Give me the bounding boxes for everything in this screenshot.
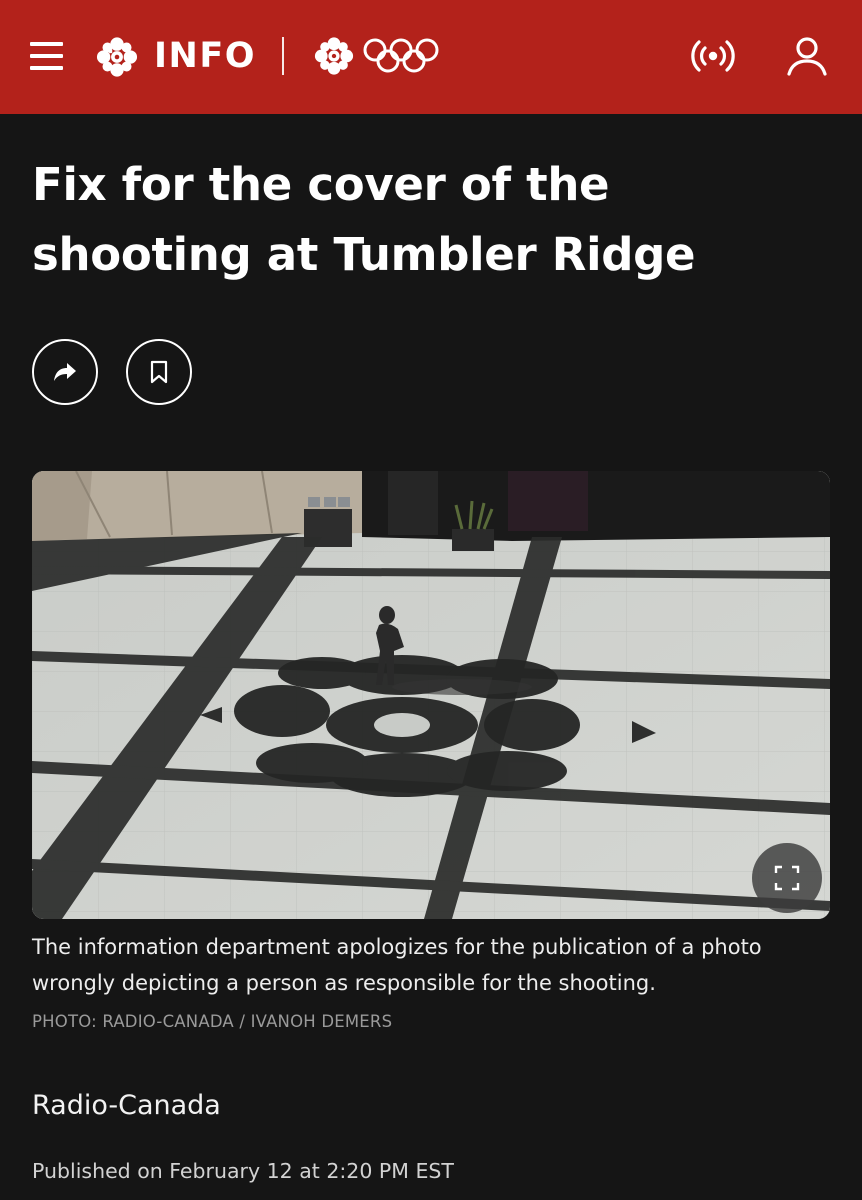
photo-caption: The information department apologizes fo… <box>32 935 762 995</box>
live-radio-icon[interactable] <box>690 36 736 76</box>
article-title: Fix for the cover of the shooting at Tum… <box>32 158 696 281</box>
photo-credit: PHOTO: RADIO-CANADA / IVANOH DEMERS <box>32 1012 393 1031</box>
cbc-gem-logo-icon[interactable] <box>94 36 140 78</box>
fullscreen-expand-icon <box>774 865 800 891</box>
cbc-gem-logo-icon <box>314 37 354 75</box>
hamburger-menu-icon[interactable] <box>28 38 66 74</box>
fullscreen-button[interactable] <box>752 843 822 913</box>
brand-info-label[interactable]: INFO <box>154 34 256 78</box>
published-date: Published on February 12 at 2:20 PM EST <box>32 1159 454 1183</box>
account-user-icon[interactable] <box>786 36 828 78</box>
top-bar: INFO <box>0 0 862 114</box>
bookmark-icon <box>150 360 168 384</box>
bookmark-button[interactable] <box>126 339 192 405</box>
article-source[interactable]: Radio-Canada <box>32 1086 221 1126</box>
header-divider <box>282 37 284 75</box>
share-arrow-icon <box>54 363 76 381</box>
photo-scene <box>32 471 830 919</box>
article-photo[interactable] <box>32 471 830 919</box>
share-button[interactable] <box>32 339 98 405</box>
olympic-rings-icon[interactable] <box>362 38 440 74</box>
